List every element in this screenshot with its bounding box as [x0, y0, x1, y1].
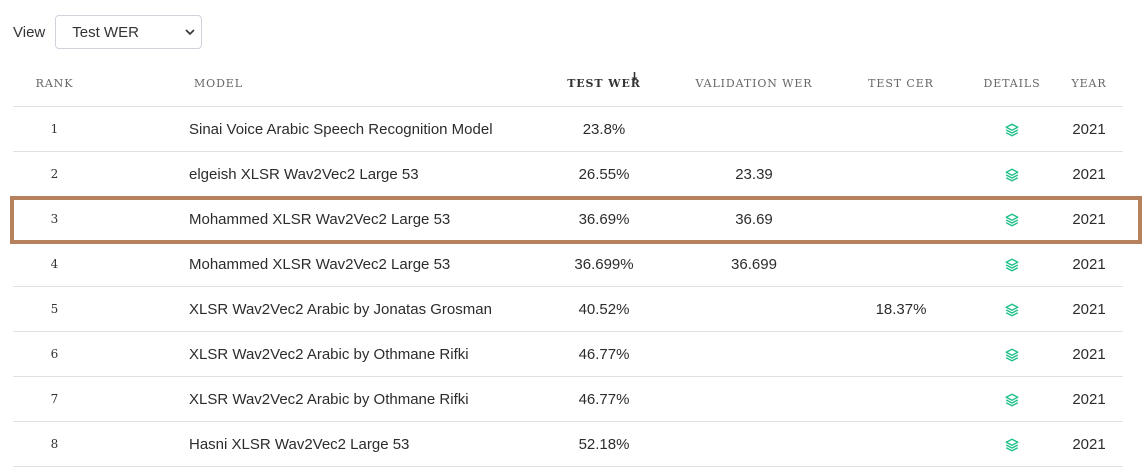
header-test-cer[interactable]: TEST CER [833, 61, 969, 107]
cell-validation-wer: 36.69 [675, 196, 833, 242]
cell-year: 2021 [1055, 151, 1123, 197]
cell-details[interactable] [969, 196, 1055, 242]
cell-model[interactable]: Hasni XLSR Wav2Vec2 Large 53 [96, 421, 533, 467]
cell-test-cer: 18.37% [833, 286, 969, 332]
cell-test-wer: 23.8% [533, 106, 675, 152]
cell-test-wer: 52.18% [533, 421, 675, 467]
view-select[interactable]: Test WER [55, 15, 203, 49]
cell-test-wer: 36.69% [533, 196, 675, 242]
layers-icon[interactable] [1005, 213, 1019, 227]
cell-year: 2021 [1055, 376, 1123, 422]
cell-validation-wer [675, 106, 833, 152]
layers-icon[interactable] [1005, 393, 1019, 407]
cell-year: 2021 [1055, 421, 1123, 467]
chevron-down-icon [185, 29, 195, 36]
cell-details[interactable] [969, 286, 1055, 332]
table-row: 7 XLSR Wav2Vec2 Arabic by Othmane Rifki 46… [13, 376, 1123, 422]
cell-model[interactable]: Sinai Voice Arabic Speech Recognition Mo… [96, 106, 533, 152]
layers-icon[interactable] [1005, 258, 1019, 272]
cell-validation-wer: 23.39 [675, 151, 833, 197]
cell-test-cer [833, 331, 969, 377]
cell-rank: 6 [13, 331, 96, 377]
cell-test-cer [833, 196, 969, 242]
cell-details[interactable] [969, 241, 1055, 287]
cell-test-cer [833, 376, 969, 422]
header-year[interactable]: YEAR [1055, 61, 1123, 107]
sort-down-arrow-icon[interactable] [630, 71, 639, 83]
cell-rank: 4 [13, 241, 96, 287]
cell-rank: 2 [13, 151, 96, 197]
view-selector-bar: View Test WER [13, 14, 203, 50]
view-select-value: Test WER [72, 23, 139, 41]
cell-test-wer: 36.699% [533, 241, 675, 287]
table-row: 4 Mohammed XLSR Wav2Vec2 Large 53 36.699% 3… [13, 241, 1123, 287]
cell-model[interactable]: XLSR Wav2Vec2 Arabic by Jonatas Grosman [96, 286, 533, 332]
cell-model[interactable]: XLSR Wav2Vec2 Arabic by Othmane Rifki [96, 331, 533, 377]
cell-rank: 1 [13, 106, 96, 152]
header-validation-wer[interactable]: VALIDATION WER [675, 61, 833, 107]
table-row: 1 Sinai Voice Arabic Speech Recognition M… [13, 106, 1123, 152]
layers-icon[interactable] [1005, 303, 1019, 317]
layers-icon[interactable] [1005, 168, 1019, 182]
cell-validation-wer: 36.699 [675, 241, 833, 287]
leaderboard-page: View Test WER RANK MODEL TEST WER VALIDA… [0, 0, 1143, 476]
header-test-wer[interactable]: TEST WER [533, 61, 675, 107]
cell-test-cer [833, 241, 969, 287]
cell-test-wer: 46.77% [533, 331, 675, 377]
cell-rank: 3 [13, 196, 96, 242]
cell-model[interactable]: elgeish XLSR Wav2Vec2 Large 53 [96, 151, 533, 197]
cell-validation-wer [675, 421, 833, 467]
cell-details[interactable] [969, 151, 1055, 197]
view-label: View [13, 23, 46, 41]
layers-icon[interactable] [1005, 123, 1019, 137]
cell-test-wer: 46.77% [533, 376, 675, 422]
table-row: 6 XLSR Wav2Vec2 Arabic by Othmane Rifki 46… [13, 331, 1123, 377]
cell-test-cer [833, 421, 969, 467]
cell-details[interactable] [969, 376, 1055, 422]
cell-validation-wer [675, 331, 833, 377]
cell-rank: 5 [13, 286, 96, 332]
cell-validation-wer [675, 376, 833, 422]
cell-year: 2021 [1055, 286, 1123, 332]
table-row: 2 elgeish XLSR Wav2Vec2 Large 53 26.55% 23.… [13, 151, 1123, 197]
cell-year: 2021 [1055, 331, 1123, 377]
cell-test-cer [833, 151, 969, 197]
cell-rank: 7 [13, 376, 96, 422]
cell-model[interactable]: XLSR Wav2Vec2 Arabic by Othmane Rifki [96, 376, 533, 422]
header-rank[interactable]: RANK [13, 61, 96, 107]
cell-model[interactable]: Mohammed XLSR Wav2Vec2 Large 53 [96, 196, 533, 242]
cell-year: 2021 [1055, 106, 1123, 152]
cell-validation-wer [675, 286, 833, 332]
leaderboard-table: RANK MODEL TEST WER VALIDATION WER TEST … [13, 61, 1123, 467]
cell-year: 2021 [1055, 241, 1123, 287]
layers-icon[interactable] [1005, 348, 1019, 362]
header-details: DETAILS [969, 61, 1055, 107]
table-row: 5 XLSR Wav2Vec2 Arabic by Jonatas Grosman… [13, 286, 1123, 332]
layers-icon[interactable] [1005, 438, 1019, 452]
cell-rank: 8 [13, 421, 96, 467]
cell-test-wer: 40.52% [533, 286, 675, 332]
cell-model[interactable]: Mohammed XLSR Wav2Vec2 Large 53 [96, 241, 533, 287]
cell-year: 2021 [1055, 196, 1123, 242]
cell-test-wer: 26.55% [533, 151, 675, 197]
table-header-row: RANK MODEL TEST WER VALIDATION WER TEST … [13, 61, 1123, 107]
cell-details[interactable] [969, 421, 1055, 467]
table-row: 8 Hasni XLSR Wav2Vec2 Large 53 52.18% 2021 [13, 421, 1123, 467]
cell-details[interactable] [969, 106, 1055, 152]
cell-details[interactable] [969, 331, 1055, 377]
header-model[interactable]: MODEL [96, 61, 533, 107]
table-row: 3 Mohammed XLSR Wav2Vec2 Large 53 36.69% 36… [13, 196, 1123, 242]
cell-test-cer [833, 106, 969, 152]
